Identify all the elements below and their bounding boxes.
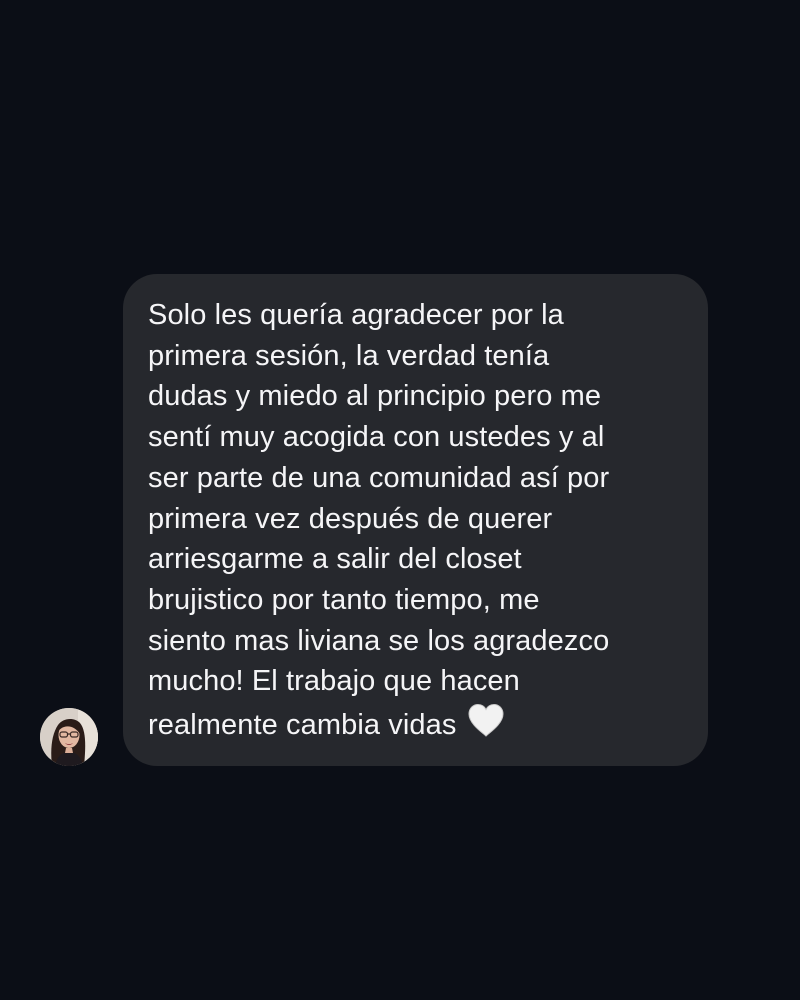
message-text: Solo les quería agradecer por la primera… bbox=[148, 295, 684, 746]
message-bubble[interactable]: Solo les quería agradecer por la primera… bbox=[123, 274, 708, 766]
avatar-photo bbox=[40, 708, 98, 766]
message-text-content: Solo les quería agradecer por la primera… bbox=[148, 299, 610, 742]
white-heart-icon bbox=[466, 702, 506, 738]
sender-avatar[interactable] bbox=[40, 708, 98, 766]
received-message-row: Solo les quería agradecer por la primera… bbox=[40, 274, 720, 766]
chat-screen: Solo les quería agradecer por la primera… bbox=[0, 0, 800, 1000]
